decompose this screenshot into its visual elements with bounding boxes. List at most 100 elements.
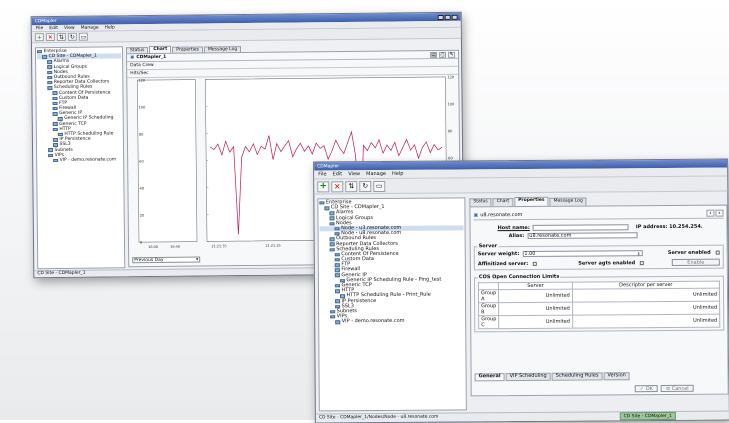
folder-icon [47, 76, 52, 80]
affinitized-checkbox[interactable] [533, 261, 537, 265]
y-tick-label-right: 100 [448, 102, 456, 106]
front-statusbar: CD Site - CDMapler_1/Nodes/Node - u8.res… [316, 411, 729, 423]
front-toolbar: + ✕ ⇅ ↻ ▭ [314, 177, 727, 195]
series-row-label: Data Crew [130, 63, 154, 68]
cos-descriptor-cell[interactable]: Unlimited [572, 301, 719, 315]
ok-button[interactable]: ✓ OK [635, 385, 658, 392]
print-icon[interactable]: ⎙ [439, 51, 446, 57]
tree-item[interactable]: VIP - demo.resonate.com [38, 157, 122, 163]
cos-descriptor-cell[interactable]: Unlimited [572, 314, 719, 328]
cos-group-cell: Group B [479, 303, 499, 316]
folder-icon [53, 112, 58, 116]
cos-descriptor-cell[interactable]: Unlimited [572, 288, 719, 302]
folder-icon [335, 263, 340, 267]
menu-file[interactable]: File [318, 171, 326, 177]
chart-node-icon: ▣ [130, 55, 134, 60]
enable-button[interactable]: Enable [672, 259, 720, 266]
tab-general[interactable]: General [475, 373, 505, 381]
spinner-icon[interactable]: ⇕ [637, 251, 640, 255]
edit-icon[interactable]: ✎ [448, 51, 455, 57]
add-icon[interactable]: + [35, 33, 44, 41]
menu-view[interactable]: View [348, 171, 360, 177]
table-row[interactable]: Group C Unlimited Unlimited [479, 314, 720, 329]
folder-icon [52, 91, 57, 95]
enabled-checkbox[interactable] [716, 251, 720, 255]
tab-chart[interactable]: Chart [493, 198, 513, 206]
refresh-icon[interactable]: ↻ [359, 181, 371, 192]
folder-icon [335, 269, 340, 273]
folder-icon [42, 55, 47, 59]
tab-version[interactable]: Version [603, 372, 629, 380]
tree-item-label: VIP - demo.resonate.com [342, 319, 405, 325]
tab-vip-scheduling[interactable]: VIP Scheduling [506, 373, 551, 381]
folder-icon [53, 128, 58, 132]
maximize-button[interactable] [445, 14, 451, 19]
host-name-field[interactable] [533, 224, 629, 231]
y-tick-label-left: 80 [139, 133, 144, 137]
weight-row: Server weight: 1.00 ⇕ Server enabled [478, 250, 720, 258]
minimize-button[interactable] [438, 14, 444, 19]
folder-icon [48, 148, 53, 152]
close-button[interactable] [452, 14, 458, 19]
tab-scheduling-rules[interactable]: Scheduling Rules [552, 372, 603, 380]
folder-icon [47, 86, 52, 90]
cos-server-cell[interactable]: Unlimited [499, 302, 573, 316]
alias-value: u8.resonate.com [529, 233, 571, 239]
chevron-left-icon[interactable]: ‹ [706, 210, 714, 217]
weight-label: Server weight: [478, 251, 520, 257]
x-tick-label: 16:40 [170, 245, 180, 249]
menu-manage[interactable]: Manage [366, 171, 386, 177]
alias-label: Alias: [509, 233, 525, 239]
add-icon[interactable]: + [317, 181, 329, 192]
menu-view[interactable]: View [64, 25, 75, 30]
alias-field[interactable]: u8.resonate.com [527, 232, 637, 239]
menu-help[interactable]: Help [392, 171, 403, 177]
agts-label: Server agts enabled [578, 260, 635, 266]
back-window-title: CDMapler [35, 18, 57, 23]
nodes-icon[interactable]: ⇅ [57, 33, 66, 41]
tree-item[interactable]: VIP - demo.resonate.com [320, 319, 464, 325]
server-legend: Server [478, 243, 499, 249]
menu-edit[interactable]: Edit [333, 171, 343, 177]
document-icon[interactable]: ▭ [373, 180, 385, 191]
folder-icon [324, 206, 329, 210]
delete-icon[interactable]: ✕ [46, 33, 55, 41]
folder-icon [335, 300, 340, 304]
check-icon: ✓ [640, 386, 644, 392]
document-icon[interactable]: ▭ [79, 33, 88, 41]
cancel-button[interactable]: ⊘ Cancel [661, 385, 694, 392]
menu-manage[interactable]: Manage [81, 25, 99, 30]
save-icon[interactable]: ▤ [430, 52, 437, 58]
folder-icon [47, 71, 52, 75]
tab-properties[interactable]: Properties [514, 197, 549, 206]
menu-edit[interactable]: Edit [49, 25, 58, 30]
agts-checkbox[interactable] [640, 261, 644, 265]
menu-help[interactable]: Help [105, 25, 115, 30]
tab-message-log[interactable]: Message Log [550, 198, 587, 206]
y-tick-label-right: 120 [447, 75, 455, 79]
weight-field[interactable]: 1.00 ⇕ [522, 250, 642, 257]
folder-icon [53, 159, 58, 163]
tab-status[interactable]: Status [469, 198, 491, 206]
front-window: CDMapler File Edit View Manage Help + ✕ … [313, 159, 729, 423]
folder-icon [335, 284, 340, 288]
x-tick-label: 21:21:35 [211, 244, 226, 248]
folder-icon [335, 320, 340, 324]
refresh-icon[interactable]: ↻ [68, 33, 77, 41]
menu-file[interactable]: File [36, 26, 44, 31]
folder-icon [335, 227, 340, 231]
properties-panel: ▣ u8.resonate.com ‹ › Host name: IP addr… [469, 205, 728, 397]
cos-server-cell[interactable]: Unlimited [499, 315, 573, 329]
delete-icon[interactable]: ✕ [331, 181, 343, 192]
nodes-icon[interactable]: ⇅ [345, 181, 357, 192]
node-title: u8.resonate.com [480, 211, 522, 217]
period-select[interactable]: Previous Day ▾ [132, 257, 200, 264]
front-navigation-tree: EnterpriseCD Site - CDMapler_1AlarmsLogi… [317, 197, 466, 411]
cos-server-cell[interactable]: Unlimited [499, 289, 573, 303]
folder-icon [330, 315, 335, 319]
folder-icon [330, 237, 335, 241]
affinitized-label: Affinitized server: [478, 260, 528, 266]
chevron-right-icon[interactable]: › [715, 210, 723, 217]
cos-table: Server Descriptor per server Group A Unl… [478, 281, 720, 330]
cos-group-cell: Group C [479, 316, 499, 329]
